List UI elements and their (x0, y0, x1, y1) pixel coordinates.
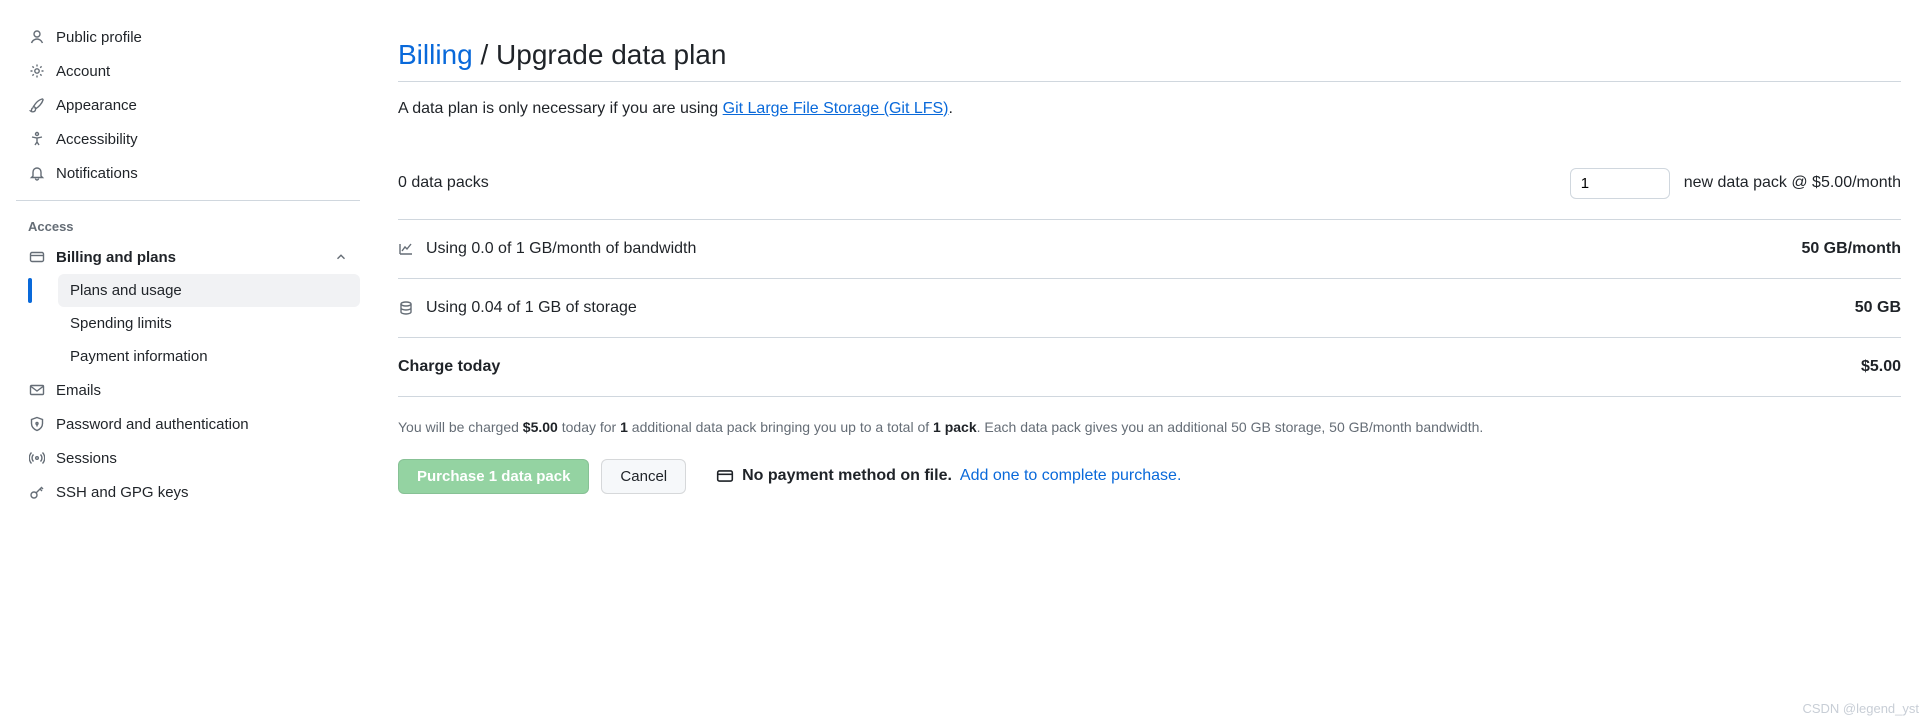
sidebar-item-payment-information[interactable]: Payment information (58, 340, 360, 373)
bandwidth-allocation: 50 GB/month (1801, 240, 1901, 258)
sidebar-label: SSH and GPG keys (56, 484, 189, 501)
gear-icon (28, 62, 46, 80)
data-packs-row: 0 data packs new data pack @ $5.00/month (398, 158, 1901, 220)
sidebar-label: Password and authentication (56, 416, 249, 433)
sidebar-item-plans-and-usage[interactable]: Plans and usage (58, 274, 360, 307)
bandwidth-usage: Using 0.0 of 1 GB/month of bandwidth (426, 240, 696, 258)
sidebar-item-spending-limits[interactable]: Spending limits (58, 307, 360, 340)
charge-label: Charge today (398, 358, 500, 376)
settings-sidebar: Public profile Account Appearance Access… (0, 0, 370, 722)
cancel-button[interactable]: Cancel (601, 459, 686, 494)
sidebar-item-accessibility[interactable]: Accessibility (16, 122, 360, 156)
graph-icon (398, 241, 416, 257)
sidebar-label: Sessions (56, 450, 117, 467)
sidebar-label: Payment information (70, 348, 208, 365)
sidebar-label: Billing and plans (56, 249, 176, 266)
no-payment-text: No payment method on file. (742, 467, 952, 485)
data-pack-quantity-input[interactable] (1570, 168, 1670, 199)
charge-row: Charge today $5.00 (398, 338, 1901, 397)
current-data-packs: 0 data packs (398, 174, 489, 192)
chevron-up-icon (334, 250, 348, 264)
sidebar-label: Appearance (56, 97, 137, 114)
git-lfs-link[interactable]: Git Large File Storage (Git LFS) (723, 100, 949, 117)
sidebar-label: Account (56, 63, 110, 80)
credit-card-icon (716, 467, 734, 485)
sidebar-label: Accessibility (56, 131, 138, 148)
broadcast-icon (28, 449, 46, 467)
data-plan-description: A data plan is only necessary if you are… (398, 100, 1901, 118)
database-icon (398, 300, 416, 316)
sidebar-item-appearance[interactable]: Appearance (16, 88, 360, 122)
breadcrumb-billing-link[interactable]: Billing (398, 39, 473, 70)
sidebar-section-access: Access (16, 201, 360, 240)
sidebar-label: Emails (56, 382, 101, 399)
sidebar-item-notifications[interactable]: Notifications (16, 156, 360, 190)
purchase-button[interactable]: Purchase 1 data pack (398, 459, 589, 494)
storage-allocation: 50 GB (1855, 299, 1901, 317)
sidebar-label: Spending limits (70, 315, 172, 332)
page-title-text: Upgrade data plan (496, 39, 726, 70)
bandwidth-row: Using 0.0 of 1 GB/month of bandwidth 50 … (398, 220, 1901, 279)
main-content: Billing / Upgrade data plan A data plan … (370, 0, 1931, 722)
mail-icon (28, 381, 46, 399)
sidebar-item-billing-and-plans[interactable]: Billing and plans (16, 240, 360, 274)
sidebar-item-public-profile[interactable]: Public profile (16, 20, 360, 54)
storage-usage: Using 0.04 of 1 GB of storage (426, 299, 637, 317)
charge-fineprint: You will be charged $5.00 today for 1 ad… (398, 419, 1901, 435)
sidebar-label: Public profile (56, 29, 142, 46)
person-icon (28, 28, 46, 46)
page-title: Billing / Upgrade data plan (398, 39, 1901, 82)
sidebar-item-password-and-authentication[interactable]: Password and authentication (16, 407, 360, 441)
watermark: CSDN @legend_yst (1802, 701, 1919, 716)
sidebar-label: Notifications (56, 165, 138, 182)
sidebar-item-sessions[interactable]: Sessions (16, 441, 360, 475)
bell-icon (28, 164, 46, 182)
add-payment-link[interactable]: Add one to complete purchase. (960, 467, 1181, 485)
actions-row: Purchase 1 data pack Cancel No payment m… (398, 459, 1901, 494)
charge-amount: $5.00 (1861, 358, 1901, 376)
shield-lock-icon (28, 415, 46, 433)
accessibility-icon (28, 130, 46, 148)
sidebar-item-emails[interactable]: Emails (16, 373, 360, 407)
data-pack-rate: new data pack @ $5.00/month (1684, 174, 1901, 192)
sidebar-item-ssh-and-gpg-keys[interactable]: SSH and GPG keys (16, 475, 360, 509)
billing-subitems: Plans and usage Spending limits Payment … (16, 274, 360, 373)
sidebar-item-account[interactable]: Account (16, 54, 360, 88)
key-icon (28, 483, 46, 501)
storage-row: Using 0.04 of 1 GB of storage 50 GB (398, 279, 1901, 338)
breadcrumb-separator: / (473, 39, 496, 70)
no-payment-notice: No payment method on file. Add one to co… (716, 467, 1181, 485)
credit-card-icon (28, 248, 46, 266)
sidebar-label: Plans and usage (70, 282, 182, 299)
paintbrush-icon (28, 96, 46, 114)
